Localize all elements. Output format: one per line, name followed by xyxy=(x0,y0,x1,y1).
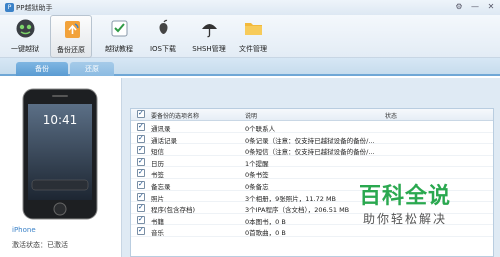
app-logo-icon: P xyxy=(5,3,14,12)
column-header-desc: 说明 xyxy=(245,113,258,120)
tutorial-icon xyxy=(111,20,128,37)
watermark-subtitle: 助你轻松解决 xyxy=(362,212,447,226)
row-item-name: 通话记录 xyxy=(151,136,177,145)
shsh-umbrella-icon xyxy=(202,24,217,38)
toolbar-label: 一键越狱 xyxy=(11,45,39,53)
toolbar-label: SHSH管理 xyxy=(192,45,226,53)
table-row[interactable]: 日历 1个提醒 xyxy=(131,156,493,168)
row-item-name: 书籍 xyxy=(151,217,164,226)
tab-bar: 备份 还原 xyxy=(0,58,500,76)
row-description: 0条书签 xyxy=(245,171,269,180)
table-header: 要备份的选项名称 说明 状态 xyxy=(131,109,493,121)
toolbar-label: IOS下载 xyxy=(149,45,177,53)
row-description: 1个提醒 xyxy=(245,159,269,168)
row-checkbox[interactable] xyxy=(137,203,145,213)
toolbar-tutorial-button[interactable]: 越狱教程 xyxy=(98,15,140,58)
table-row[interactable]: 通讯录 0个联系人 xyxy=(131,121,493,133)
device-name: iPhone xyxy=(12,226,36,234)
row-checkbox[interactable] xyxy=(137,157,145,166)
table-row[interactable]: 短信 0条短信（注意：仅支持已越狱设备的备份/... xyxy=(131,144,493,157)
row-checkbox[interactable] xyxy=(137,122,145,131)
toolbar-jailbreak-button[interactable]: 一键越狱 xyxy=(4,15,46,58)
row-checkbox[interactable] xyxy=(137,226,145,236)
ios-download-icon xyxy=(159,19,168,34)
close-icon[interactable]: ✕ xyxy=(486,2,496,12)
watermark-title: 百科全说 xyxy=(358,184,451,209)
toolbar-file-manager-button[interactable]: 文件管理 xyxy=(232,15,274,58)
settings-icon[interactable]: ⚙ xyxy=(454,2,464,12)
row-item-name: 短信 xyxy=(151,148,164,157)
iphone-device-image: 10:41 xyxy=(22,88,98,220)
toolbar-label: 越狱教程 xyxy=(105,45,133,53)
row-description: 0首歌曲，0 B xyxy=(245,229,286,238)
tab-restore[interactable]: 还原 xyxy=(70,62,114,76)
folder-icon xyxy=(245,23,262,35)
select-all-checkbox[interactable] xyxy=(137,109,145,118)
row-item-name: 通讯录 xyxy=(151,125,171,133)
table-row[interactable]: 通话记录 0条记录（注意：仅支持已越狱设备的备份/... xyxy=(131,133,493,145)
row-checkbox[interactable] xyxy=(137,215,145,224)
toolbar-shsh-button[interactable]: SHSH管理 xyxy=(188,15,230,58)
row-item-name: 书签 xyxy=(151,171,164,180)
row-checkbox[interactable] xyxy=(137,192,145,201)
row-description: 3个相册，9张照片，11.72 MB xyxy=(245,194,337,203)
row-description: 0个联系人 xyxy=(245,125,276,133)
row-description: 3个IPA程序（含文档），206.51 MB xyxy=(245,206,350,215)
row-checkbox[interactable] xyxy=(137,180,145,189)
backup-restore-icon xyxy=(65,21,80,38)
device-panel: 10:41 iPhone 激活状态：已激活 xyxy=(0,78,122,257)
window-controls: ⚙ — ✕ xyxy=(454,2,496,12)
row-item-name: 备忘录 xyxy=(151,183,171,191)
jailbreak-icon xyxy=(16,19,35,38)
watermark: 百科全说 助你轻松解决 xyxy=(343,176,467,234)
row-item-name: 程序(包含存档) xyxy=(151,206,196,215)
tab-backup[interactable]: 备份 xyxy=(16,62,68,76)
row-checkbox[interactable] xyxy=(137,168,145,178)
toolbar-ios-download-button[interactable]: IOS下载 xyxy=(142,15,184,58)
row-description: 0条短信（注意：仅支持已越狱设备的备份/... xyxy=(245,148,375,157)
row-checkbox[interactable] xyxy=(137,145,145,155)
toolbar-label: 备份还原 xyxy=(57,46,85,54)
toolbar-label: 文件管理 xyxy=(239,45,267,53)
toolbar-backup-restore-button[interactable]: 备份还原 xyxy=(50,15,92,58)
row-item-name: 照片 xyxy=(151,194,164,203)
title-bar: P PP越狱助手 ⚙ — ✕ xyxy=(0,0,500,15)
row-description: 0条记录（注意：仅支持已越狱设备的备份/... xyxy=(245,136,375,145)
device-screen-time: 10:41 xyxy=(43,113,78,127)
row-checkbox[interactable] xyxy=(137,134,145,143)
app-title: PP越狱助手 xyxy=(16,4,53,12)
row-item-name: 音乐 xyxy=(151,229,164,238)
row-description: 0条备忘 xyxy=(245,183,269,191)
minimize-icon[interactable]: — xyxy=(470,2,480,12)
main-toolbar: 一键越狱 备份还原 越狱教程 IOS下载 SHSH管理 文件管理 xyxy=(0,15,500,58)
row-description: 0本图书，0 B xyxy=(245,217,286,226)
row-item-name: 日历 xyxy=(151,159,164,168)
device-activation-status: 激活状态：已激活 xyxy=(12,241,68,249)
column-header-status: 状态 xyxy=(385,113,398,120)
column-header-item: 要备份的选项名称 xyxy=(151,113,200,120)
